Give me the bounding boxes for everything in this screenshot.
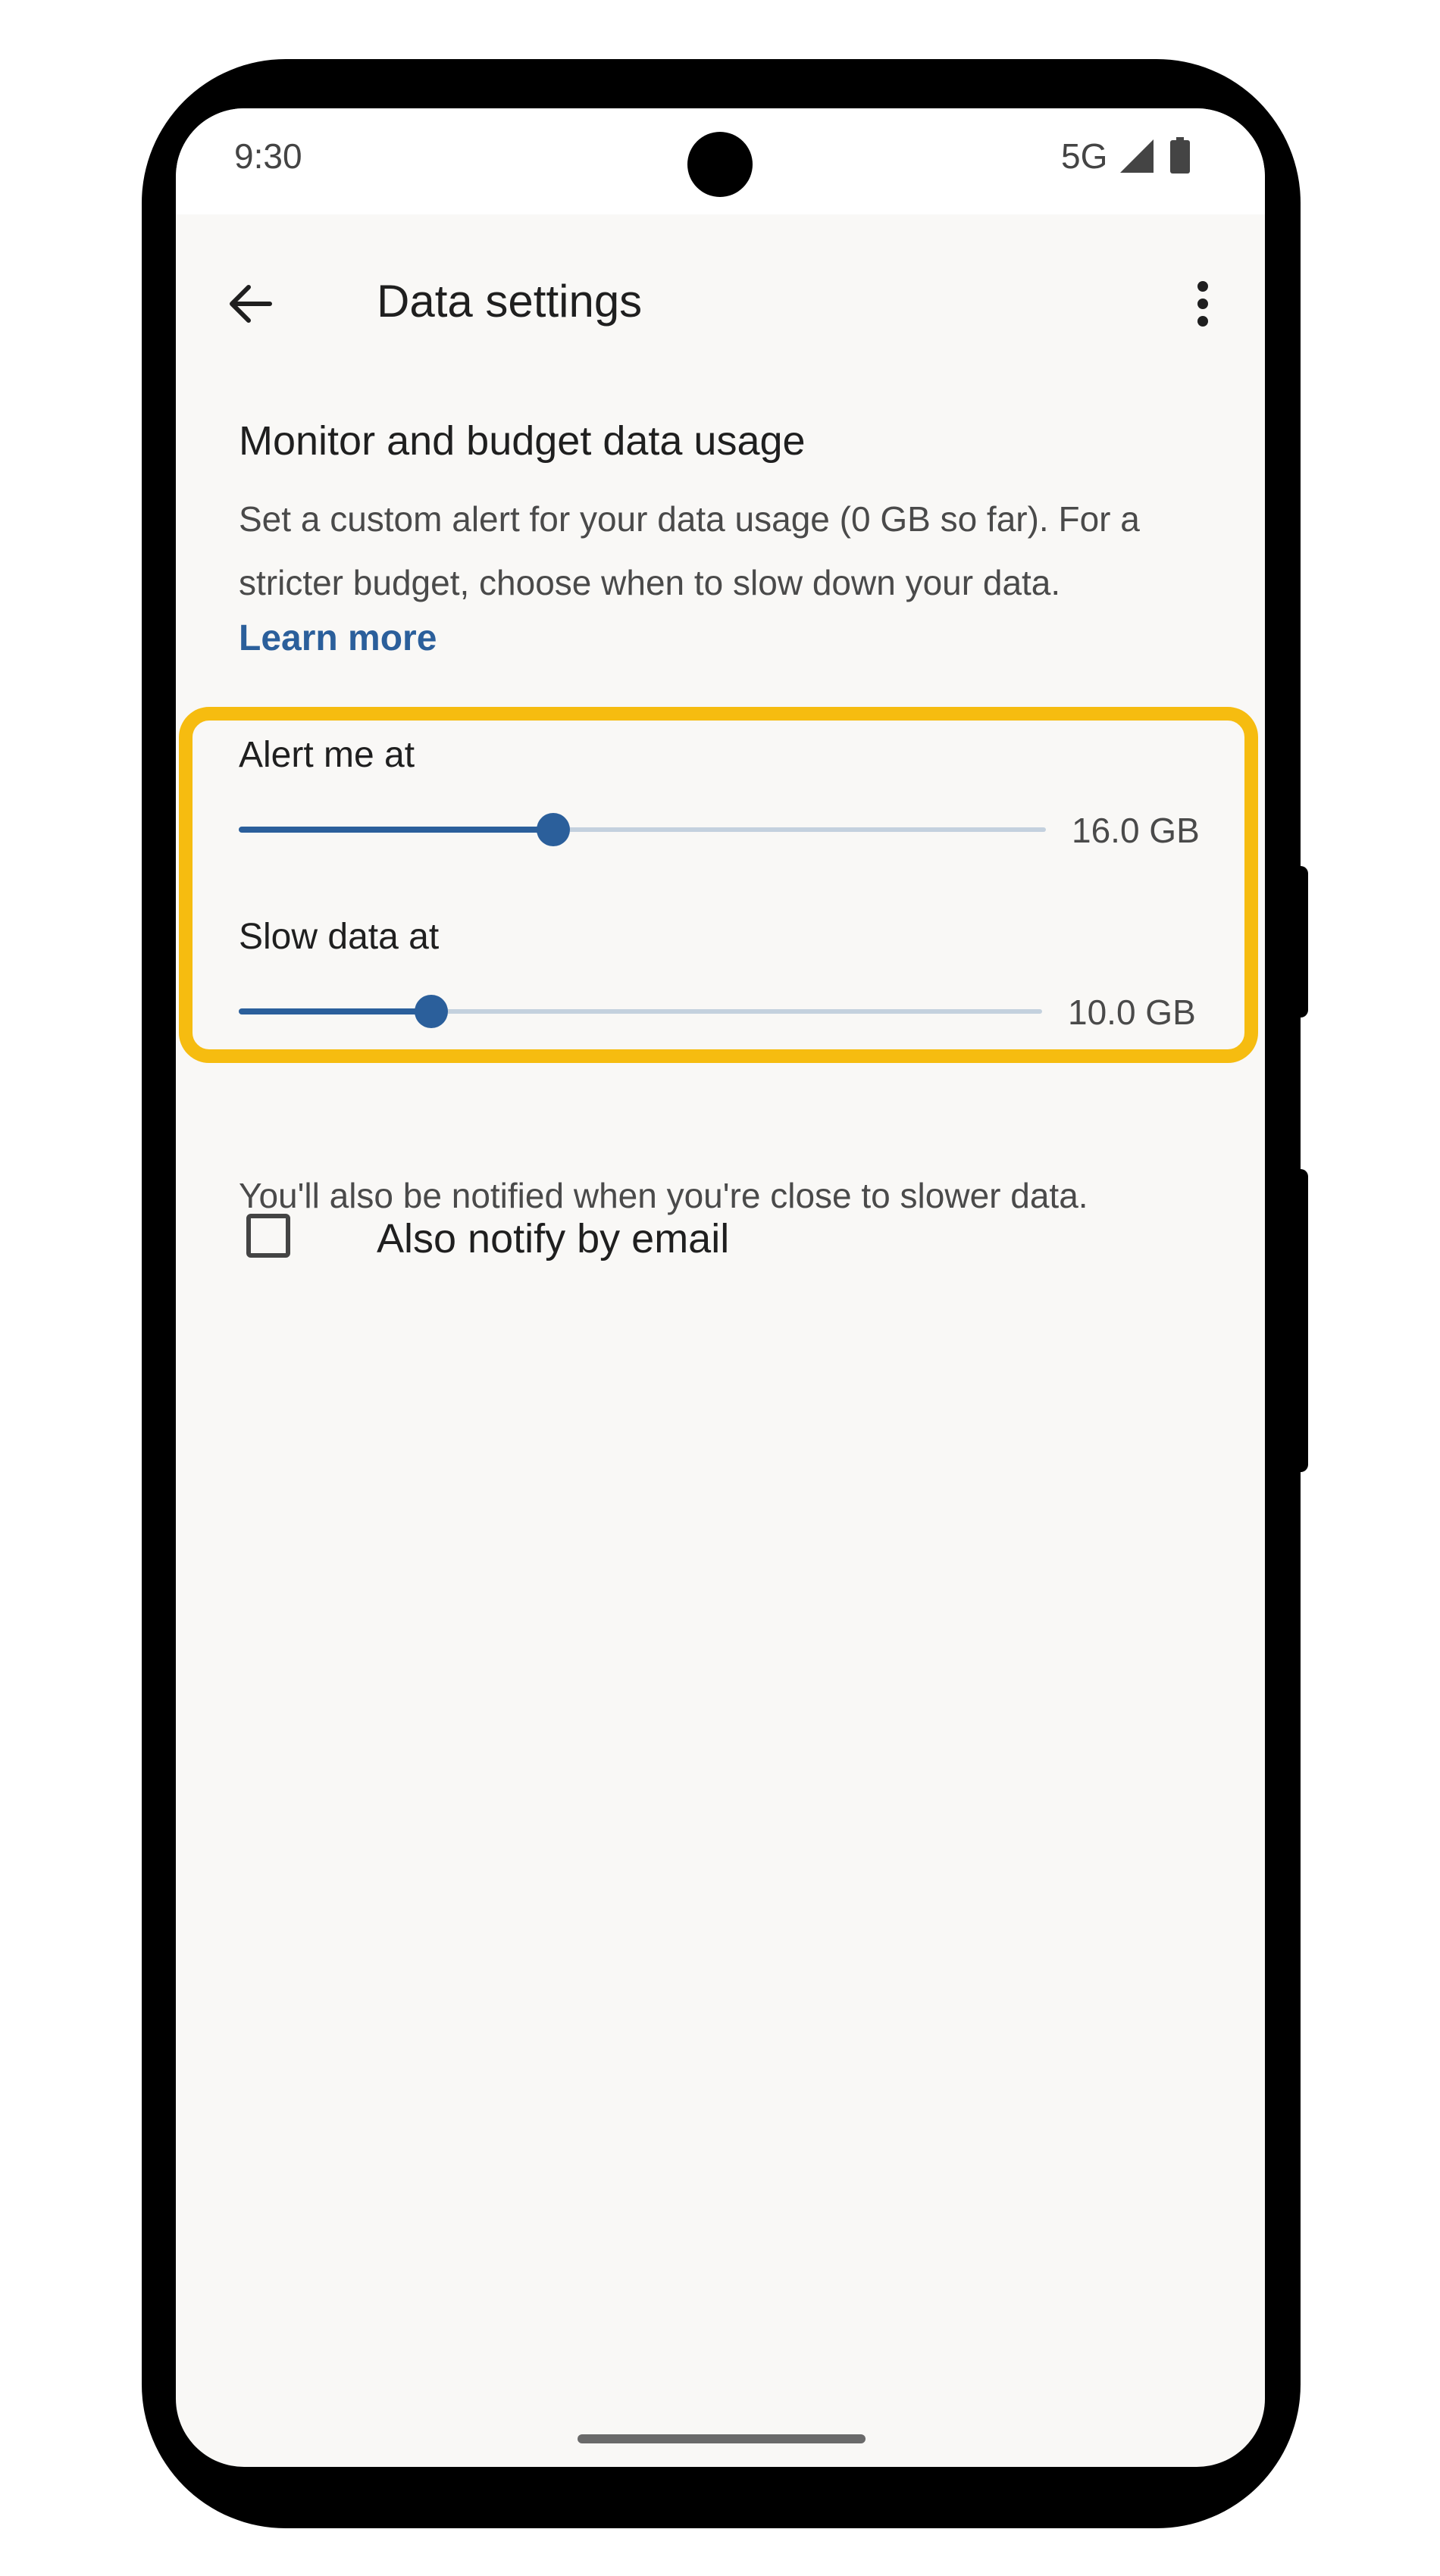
front-camera: [687, 132, 753, 197]
slow-slider-fill: [239, 1008, 432, 1014]
alert-slider[interactable]: [239, 807, 1046, 852]
slow-slider-thumb[interactable]: [415, 995, 449, 1028]
alert-slider-label: Alert me at: [239, 735, 415, 775]
alert-slider-value: 16.0 GB: [1072, 811, 1200, 850]
status-time: 9:30: [234, 136, 302, 176]
home-indicator: [578, 2434, 866, 2443]
slow-slider-label: Slow data at: [239, 917, 440, 957]
network-type: 5G: [1061, 136, 1108, 176]
power-button: [1288, 1169, 1308, 1472]
slow-slider-value: 10.0 GB: [1068, 993, 1196, 1032]
signal-icon: [1120, 139, 1154, 173]
email-notify-label[interactable]: Also notify by email: [377, 1215, 729, 1262]
section-description: Set a custom alert for your data usage (…: [239, 499, 1140, 602]
slow-slider[interactable]: [239, 989, 1042, 1034]
learn-more-link[interactable]: Learn more: [239, 617, 437, 659]
status-bar: 9:30 5G: [176, 108, 1265, 214]
notification-note: You'll also be notified when you're clos…: [239, 1176, 1088, 1215]
page-title: Data settings: [377, 276, 643, 327]
volume-button: [1288, 866, 1308, 1018]
alert-slider-fill: [239, 827, 554, 833]
more-vert-icon[interactable]: [1180, 274, 1226, 334]
back-arrow-icon[interactable]: [221, 274, 282, 334]
alert-slider-thumb[interactable]: [537, 813, 571, 846]
email-notify-checkbox[interactable]: [246, 1214, 290, 1258]
screen: 9:30 5G Data settings Monitor and budget…: [176, 108, 1265, 2467]
section-heading: Monitor and budget data usage: [239, 418, 806, 464]
battery-icon: [1170, 137, 1190, 174]
